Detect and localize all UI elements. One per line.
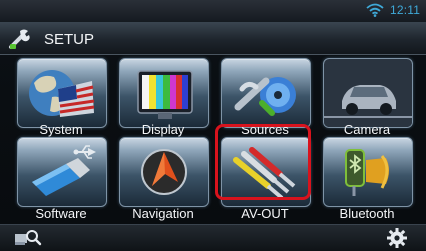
search-icon[interactable] bbox=[14, 228, 42, 248]
navigation-label: Navigation bbox=[132, 206, 194, 221]
system-label: System bbox=[39, 122, 83, 137]
page-title: SETUP bbox=[44, 31, 95, 48]
sources-icon bbox=[234, 77, 296, 116]
wifi-icon bbox=[366, 3, 384, 17]
status-bar bbox=[0, 0, 426, 22]
av-out-highlight bbox=[215, 124, 311, 200]
navigation-button[interactable] bbox=[119, 137, 209, 207]
wrench-icon bbox=[9, 29, 30, 49]
display-icon bbox=[137, 70, 193, 119]
clock: 12:11 bbox=[390, 3, 421, 17]
software-label: Software bbox=[35, 206, 87, 221]
av-out-label: AV-OUT bbox=[241, 206, 289, 221]
usb-drive-icon bbox=[32, 145, 96, 196]
bottom-bar bbox=[0, 224, 426, 251]
navigation-icon bbox=[141, 149, 187, 195]
camera-car-icon bbox=[324, 59, 412, 127]
display-label: Display bbox=[141, 122, 185, 137]
camera-label: Camera bbox=[343, 122, 391, 137]
bluetooth-button[interactable] bbox=[323, 137, 413, 207]
system-button[interactable] bbox=[17, 58, 107, 128]
setup-screen: 12:11 SETUP System Display Sources Camer… bbox=[0, 0, 426, 251]
globe-flag-icon bbox=[29, 70, 95, 117]
sources-button[interactable] bbox=[221, 58, 311, 128]
bluetooth-icon bbox=[345, 149, 389, 196]
bluetooth-label: Bluetooth bbox=[339, 206, 395, 221]
display-button[interactable] bbox=[119, 58, 209, 128]
gear-icon[interactable] bbox=[386, 227, 408, 249]
software-button[interactable] bbox=[17, 137, 107, 207]
camera-button[interactable] bbox=[323, 58, 413, 128]
